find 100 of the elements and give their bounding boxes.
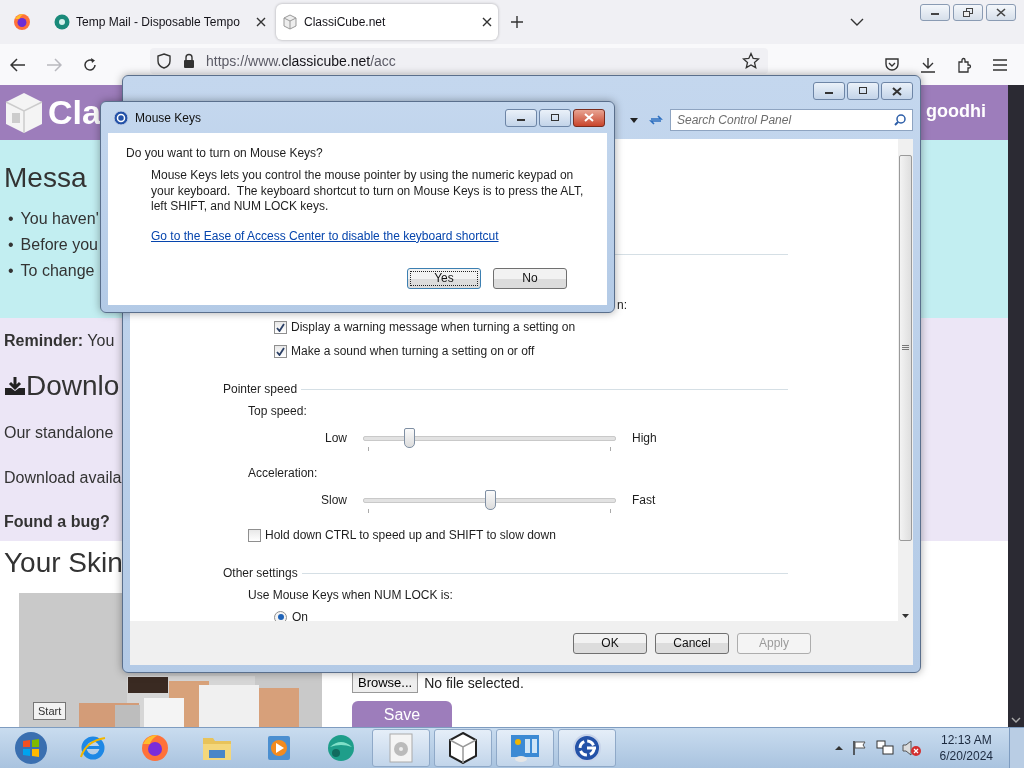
question-text: Do you want to turn on Mouse Keys? [126,146,324,160]
browser-tab[interactable]: Temp Mail - Disposable Tempo [48,4,272,40]
radio-label[interactable]: On [292,610,308,621]
checkbox[interactable] [274,344,287,358]
pocket-icon[interactable] [884,56,900,73]
reload-icon[interactable] [82,56,98,73]
shield-icon[interactable] [156,53,172,69]
lock-icon[interactable] [182,53,196,69]
bullet: • [8,261,14,281]
scroll-down-icon[interactable] [1011,717,1021,723]
sphere-icon[interactable] [326,733,356,763]
browser-logo-icon[interactable] [13,13,31,31]
dialog-button[interactable]: Yes [407,267,481,289]
search-field[interactable]: Search Control Panel [670,109,913,131]
checkbox[interactable] [274,320,287,334]
close-tab-icon[interactable] [256,17,266,27]
slider-thumb[interactable] [403,428,415,448]
address-bar[interactable]: https://www.classicube.net/acc [150,48,768,74]
accessibility-dial-icon[interactable] [572,733,602,763]
group-title: Other settings [223,566,298,580]
control-panel-icon[interactable] [509,733,541,763]
slider-label: Acceleration: [248,466,318,480]
scrollbar[interactable] [898,139,913,621]
slider-max-label: Fast [632,492,657,509]
bullet: • [8,235,14,255]
tooltip: Start [33,702,67,720]
download-icon[interactable] [920,56,936,73]
close-button[interactable] [881,82,913,100]
close-button[interactable] [573,108,605,127]
close-icon [996,8,1006,17]
bookmark-star-icon[interactable] [742,52,760,70]
favicon-icon [54,14,70,30]
dialog-button[interactable]: OK [573,632,647,654]
dialog-button[interactable]: No [493,267,567,289]
checkmark-icon [276,346,285,356]
slider-thumb[interactable] [484,490,496,510]
section-heading: Downlo [26,370,120,402]
back-icon[interactable] [10,57,26,72]
close-tab-icon[interactable] [482,17,492,27]
close-button[interactable] [986,4,1016,21]
browse-button[interactable]: Browse... [352,672,419,693]
cube-icon[interactable] [448,732,478,764]
checkbox[interactable] [248,528,261,542]
group-title: Pointer speed [223,382,298,396]
checkmark-icon [276,322,285,332]
slider-label: Top speed: [248,404,307,418]
description-text: Mouse Keys lets you control the mouse pointer by using the numeric keypad on your keyboard. The keyboard shortcut to turn on Mouse Keys is to press the ALT, left SHIFT, and NUM LOCK keys. [151,168,585,215]
clock-time[interactable]: 12:13 AM [939,732,993,748]
bullet: • [8,209,14,229]
cube-favicon-icon [282,14,298,30]
dropdown-icon[interactable] [630,117,638,123]
restore-button[interactable] [953,4,983,21]
checkbox-label[interactable]: Hold down CTRL to speed up and SHIFT to slow down [265,528,556,542]
checkbox-label[interactable]: Make a sound when turning a setting on or off [291,344,535,358]
reminder-text: Reminder: You [4,332,115,350]
globe-icon[interactable] [140,733,170,763]
restore-icon [962,8,974,17]
tray-expand-icon[interactable] [833,745,844,751]
ease-of-access-link[interactable]: Go to the Ease of Access Center to disable the keyboard shortcut [151,228,499,243]
setting-label: Use Mouse Keys when NUM LOCK is: [248,588,453,602]
maximize-button[interactable] [847,82,879,100]
slider-min-label: Low [324,430,347,447]
dialog-button[interactable]: Cancel [655,632,729,654]
accessibility-dial-icon [113,109,129,126]
section-heading: Messa [4,162,87,194]
scroll-grip-icon [902,345,909,351]
clock-date[interactable]: 6/20/2024 [939,748,993,764]
speaker-muted-icon[interactable] [901,740,922,756]
message-item: To change [20,261,95,281]
close-icon [584,113,594,122]
browser-tab[interactable]: ClassiCube.net [276,4,498,40]
paragraph-text: Found a bug? [4,513,110,531]
slider-max-label: High [632,430,658,447]
slider-min-label: Slow [320,492,347,509]
minimize-button[interactable] [920,4,950,21]
network-icon[interactable] [875,740,894,756]
flag-icon[interactable] [851,740,868,756]
minimize-button[interactable] [505,108,537,127]
cube-logo-icon [4,90,44,135]
search-icon[interactable] [894,114,906,126]
maximize-button[interactable] [539,108,571,127]
tab-list-icon[interactable] [850,18,864,26]
file-status-text: No file selected. [424,674,524,691]
message-item: You haven' [20,209,99,229]
paragraph-text: Download availa [4,469,122,487]
section-heading: Your Skin [3,547,123,579]
start-button[interactable] [14,731,48,765]
refresh-icon[interactable] [649,113,663,127]
scroll-down-icon[interactable] [902,614,909,618]
message-item: Before you [20,235,98,255]
maximize-icon [858,87,868,95]
download-icon [4,376,26,396]
checkbox-label[interactable]: Display a warning message when turning a setting on [291,320,576,334]
minimize-button[interactable] [813,82,845,100]
setting-label: n: [617,298,627,312]
maximize-icon [550,113,560,122]
close-icon [892,86,902,96]
menu-icon[interactable] [992,57,1008,72]
extensions-icon[interactable] [956,56,972,73]
paragraph-text: Our standalone [4,424,114,442]
